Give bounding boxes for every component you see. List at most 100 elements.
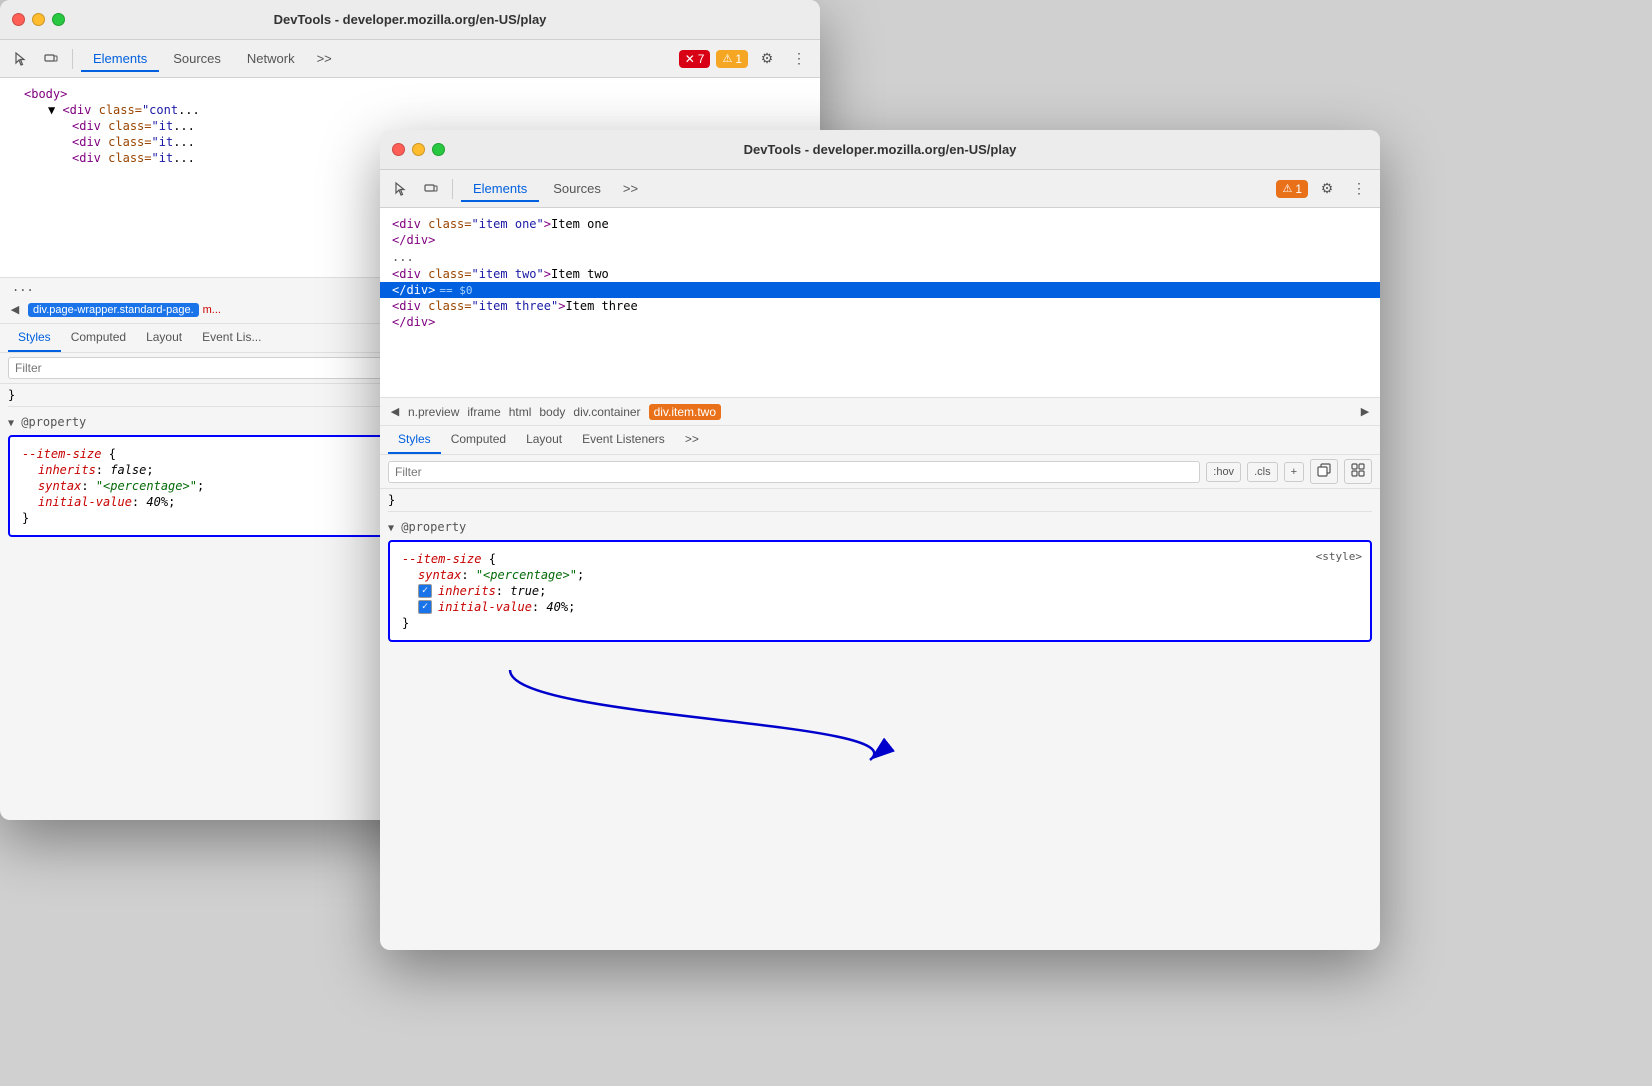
front-toolbar-divider — [452, 179, 453, 199]
front-tab-more[interactable]: >> — [615, 176, 646, 201]
front-tab-sources[interactable]: Sources — [541, 176, 613, 201]
front-closing-brace: } — [388, 493, 395, 507]
back-breadcrumb-item-1[interactable]: div.page-wrapper.standard-page. — [28, 303, 199, 317]
back-tab-sources[interactable]: Sources — [161, 46, 233, 71]
front-highlight-line-1: --item-size { — [402, 552, 1358, 566]
front-cursor-icon[interactable] — [388, 176, 414, 202]
front-style-tab-events[interactable]: Event Listeners — [572, 426, 675, 454]
front-styles-content: } ▼ @property <style> --item-size { synt… — [380, 489, 1380, 950]
back-devices-icon[interactable] — [38, 46, 64, 72]
front-highlight-close: } — [402, 616, 1358, 630]
front-settings-icon[interactable]: ⚙ — [1314, 176, 1340, 202]
back-traffic-lights — [12, 13, 65, 26]
back-style-tab-computed[interactable]: Computed — [61, 324, 136, 352]
front-toolbar-right: ⚠ 1 ⚙ ⋮ — [1276, 176, 1372, 202]
back-tab-network[interactable]: Network — [235, 46, 307, 71]
front-more-icon[interactable]: ⋮ — [1346, 176, 1372, 202]
front-style-tab-computed[interactable]: Computed — [441, 426, 516, 454]
front-minimize-button[interactable] — [412, 143, 425, 156]
front-warning-badge: ⚠ 1 — [1276, 180, 1308, 198]
front-grid-button[interactable] — [1344, 459, 1372, 484]
front-tree-ellipsis: ... — [380, 248, 1380, 266]
back-error-count: 7 — [698, 52, 705, 66]
front-titlebar: DevTools - developer.mozilla.org/en-US/p… — [380, 130, 1380, 170]
front-devtools-window: DevTools - developer.mozilla.org/en-US/p… — [380, 130, 1380, 950]
front-css-highlight-block: <style> --item-size { syntax: "<percenta… — [388, 540, 1372, 642]
front-window-title: DevTools - developer.mozilla.org/en-US/p… — [744, 142, 1017, 157]
front-hov-button[interactable]: :hov — [1206, 462, 1241, 482]
back-tab-more[interactable]: >> — [309, 46, 340, 71]
back-more-icon[interactable]: ⋮ — [786, 46, 812, 72]
front-styles-separator: } — [388, 493, 1372, 512]
front-style-tab-more[interactable]: >> — [675, 426, 709, 454]
front-copy-button[interactable] — [1310, 459, 1338, 484]
front-warning-count: 1 — [1295, 182, 1302, 196]
back-minimize-button[interactable] — [32, 13, 45, 26]
front-inherits-prop: inherits: true; — [438, 584, 546, 598]
front-html-tree: <div class="item one">Item one </div> ..… — [380, 208, 1380, 398]
back-error-badge: ✕ 7 — [679, 50, 711, 68]
front-filter-row: :hov .cls + — [380, 455, 1380, 489]
front-devices-icon[interactable] — [418, 176, 444, 202]
front-warning-icon: ⚠ — [1282, 182, 1292, 195]
back-toolbar-right: ✕ 7 ⚠ 1 ⚙ ⋮ — [679, 46, 812, 72]
front-toolbar: Elements Sources >> ⚠ 1 ⚙ ⋮ — [380, 170, 1380, 208]
back-maximize-button[interactable] — [52, 13, 65, 26]
front-cls-button[interactable]: .cls — [1247, 462, 1278, 482]
front-tab-elements[interactable]: Elements — [461, 176, 539, 201]
front-inherits-checkbox[interactable]: ✓ — [418, 584, 432, 598]
back-tree-line-1: <body> — [0, 86, 820, 102]
back-style-tab-events[interactable]: Event Lis... — [192, 324, 271, 352]
back-breadcrumb-item-2[interactable]: m... — [203, 304, 221, 316]
front-breadcrumb: ◀ n.preview iframe html body div.contain… — [380, 398, 1380, 426]
front-initial-checkmark: ✓ — [422, 602, 428, 612]
front-tree-selected-line: </div> == $0 — [380, 282, 1380, 298]
back-cursor-icon[interactable] — [8, 46, 34, 72]
front-initial-checkbox[interactable]: ✓ — [418, 600, 432, 614]
front-dollar-zero: == $0 — [439, 284, 472, 297]
back-error-icon: ✕ — [685, 52, 695, 66]
front-style-tab-styles[interactable]: Styles — [388, 426, 441, 454]
front-tree-line-5: <div class="item three">Item three — [380, 298, 1380, 314]
front-bc-item-preview[interactable]: n.preview — [408, 405, 459, 419]
back-settings-icon[interactable]: ⚙ — [754, 46, 780, 72]
front-tree-line-6: </div> — [380, 314, 1380, 330]
front-bc-item-item-two[interactable]: div.item.two — [649, 404, 721, 420]
back-style-tab-layout[interactable]: Layout — [136, 324, 192, 352]
front-selected-close-div: </div> — [392, 283, 435, 297]
front-bc-item-html[interactable]: html — [509, 405, 532, 419]
back-triangle-icon: ▼ — [8, 418, 14, 429]
back-warning-count: 1 — [735, 52, 742, 66]
back-style-tab-styles[interactable]: Styles — [8, 324, 61, 352]
front-tree-line-1: <div class="item one">Item one — [380, 216, 1380, 232]
back-close-button[interactable] — [12, 13, 25, 26]
front-content-area: <div class="item one">Item one </div> ..… — [380, 208, 1380, 950]
front-inherits-checkmark: ✓ — [422, 586, 428, 596]
front-highlight-initial-row: ✓ initial-value: 40%; — [402, 600, 1358, 614]
back-tab-elements[interactable]: Elements — [81, 46, 159, 71]
front-tree-line-3: <div class="item two">Item two — [380, 266, 1380, 282]
back-tab-list: Elements Sources Network >> — [81, 46, 675, 71]
front-traffic-lights — [392, 143, 445, 156]
front-maximize-button[interactable] — [432, 143, 445, 156]
front-add-button[interactable]: + — [1284, 462, 1304, 482]
front-bc-item-body[interactable]: body — [539, 405, 565, 419]
back-tree-line-2: ▼ <div class="cont... — [0, 102, 820, 118]
back-toolbar: Elements Sources Network >> ✕ 7 ⚠ 1 ⚙ ⋮ — [0, 40, 820, 78]
front-highlight-line-2: syntax: "<percentage>"; — [402, 568, 1358, 582]
front-breadcrumb-back[interactable]: ◀ — [386, 403, 404, 421]
front-filter-input[interactable] — [388, 461, 1200, 483]
back-window-title: DevTools - developer.mozilla.org/en-US/p… — [274, 12, 547, 27]
back-titlebar: DevTools - developer.mozilla.org/en-US/p… — [0, 0, 820, 40]
front-tab-list: Elements Sources >> — [461, 176, 1272, 201]
front-breadcrumb-forward[interactable]: ▶ — [1356, 403, 1374, 421]
front-highlight-inherits-row: ✓ inherits: true; — [402, 584, 1358, 598]
front-close-button[interactable] — [392, 143, 405, 156]
back-toolbar-divider — [72, 49, 73, 69]
front-bc-item-container[interactable]: div.container — [573, 405, 640, 419]
front-bc-item-iframe[interactable]: iframe — [467, 405, 500, 419]
back-breadcrumb-back[interactable]: ◀ — [6, 301, 24, 319]
back-warning-icon: ⚠ — [722, 52, 732, 65]
front-style-tab-layout[interactable]: Layout — [516, 426, 572, 454]
front-tree-line-2: </div> — [380, 232, 1380, 248]
